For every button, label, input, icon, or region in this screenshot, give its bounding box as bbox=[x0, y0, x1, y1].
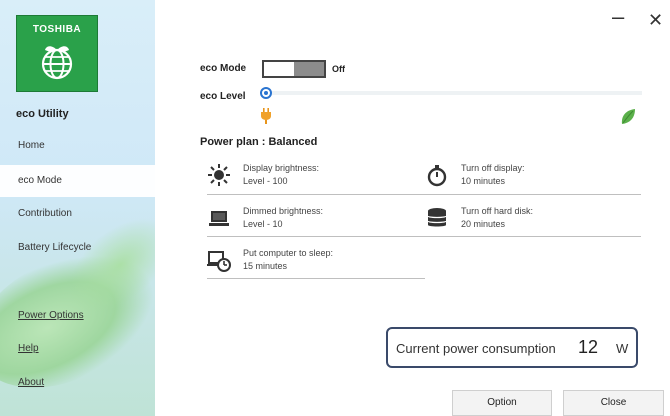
nav-item-eco-mode[interactable]: eco Mode bbox=[0, 165, 155, 197]
toggle-knob bbox=[294, 62, 324, 76]
timer-icon bbox=[427, 165, 447, 187]
harddisk-icon bbox=[427, 208, 447, 227]
nav-item-battery-lifecycle[interactable]: Battery Lifecycle bbox=[0, 232, 155, 264]
divider bbox=[207, 278, 425, 279]
setting-label: Turn off hard disk: bbox=[461, 206, 534, 216]
sun-icon bbox=[208, 164, 230, 186]
nav-item-contribution[interactable]: Contribution bbox=[0, 198, 155, 230]
eco-level-label: eco Level bbox=[200, 91, 246, 102]
consumption-unit: W bbox=[616, 341, 629, 356]
option-button[interactable]: Option bbox=[452, 390, 552, 416]
divider bbox=[207, 236, 641, 237]
plug-icon bbox=[261, 108, 271, 124]
app-title: eco Utility bbox=[16, 108, 69, 120]
link-power-options[interactable]: Power Options bbox=[18, 310, 84, 321]
leaf-icon bbox=[621, 109, 635, 124]
link-about[interactable]: About bbox=[18, 377, 44, 388]
brand-text: TOSHIBA bbox=[32, 24, 82, 35]
divider bbox=[207, 194, 641, 195]
setting-label: Put computer to sleep: bbox=[243, 248, 334, 258]
setting-value: 10 minutes bbox=[461, 176, 506, 186]
setting-label: Display brightness: bbox=[243, 163, 320, 173]
power-plan-title: Power plan : Balanced bbox=[200, 136, 318, 148]
setting-value: 20 minutes bbox=[461, 219, 506, 229]
link-help[interactable]: Help bbox=[18, 343, 39, 354]
sleep-icon bbox=[207, 251, 231, 272]
consumption-label: Current power consumption bbox=[396, 341, 556, 356]
nav-item-home[interactable]: Home bbox=[0, 130, 155, 162]
minimize-icon[interactable]: – bbox=[612, 4, 624, 30]
sidebar: TOSHIBA eco Utility Home eco Mode Contri… bbox=[0, 0, 155, 416]
setting-value: Level - 100 bbox=[243, 176, 288, 186]
app-logo: TOSHIBA bbox=[16, 15, 98, 92]
eco-level-slider[interactable] bbox=[262, 91, 642, 95]
power-consumption-box: Current power consumption 12 W bbox=[386, 327, 638, 368]
setting-value: 15 minutes bbox=[243, 261, 288, 271]
consumption-value: 12 bbox=[578, 337, 599, 357]
eco-mode-label: eco Mode bbox=[200, 63, 247, 74]
close-button[interactable]: Close bbox=[563, 390, 664, 416]
setting-label: Dimmed brightness: bbox=[243, 206, 324, 216]
close-icon[interactable]: ✕ bbox=[648, 10, 663, 31]
eco-mode-toggle[interactable] bbox=[262, 60, 326, 78]
setting-label: Turn off display: bbox=[461, 163, 525, 173]
setting-value: Level - 10 bbox=[243, 219, 283, 229]
globe-leaf-icon bbox=[41, 46, 73, 80]
eco-level-radio[interactable] bbox=[260, 87, 272, 99]
eco-mode-state: Off bbox=[332, 64, 345, 74]
laptop-icon bbox=[209, 211, 229, 226]
